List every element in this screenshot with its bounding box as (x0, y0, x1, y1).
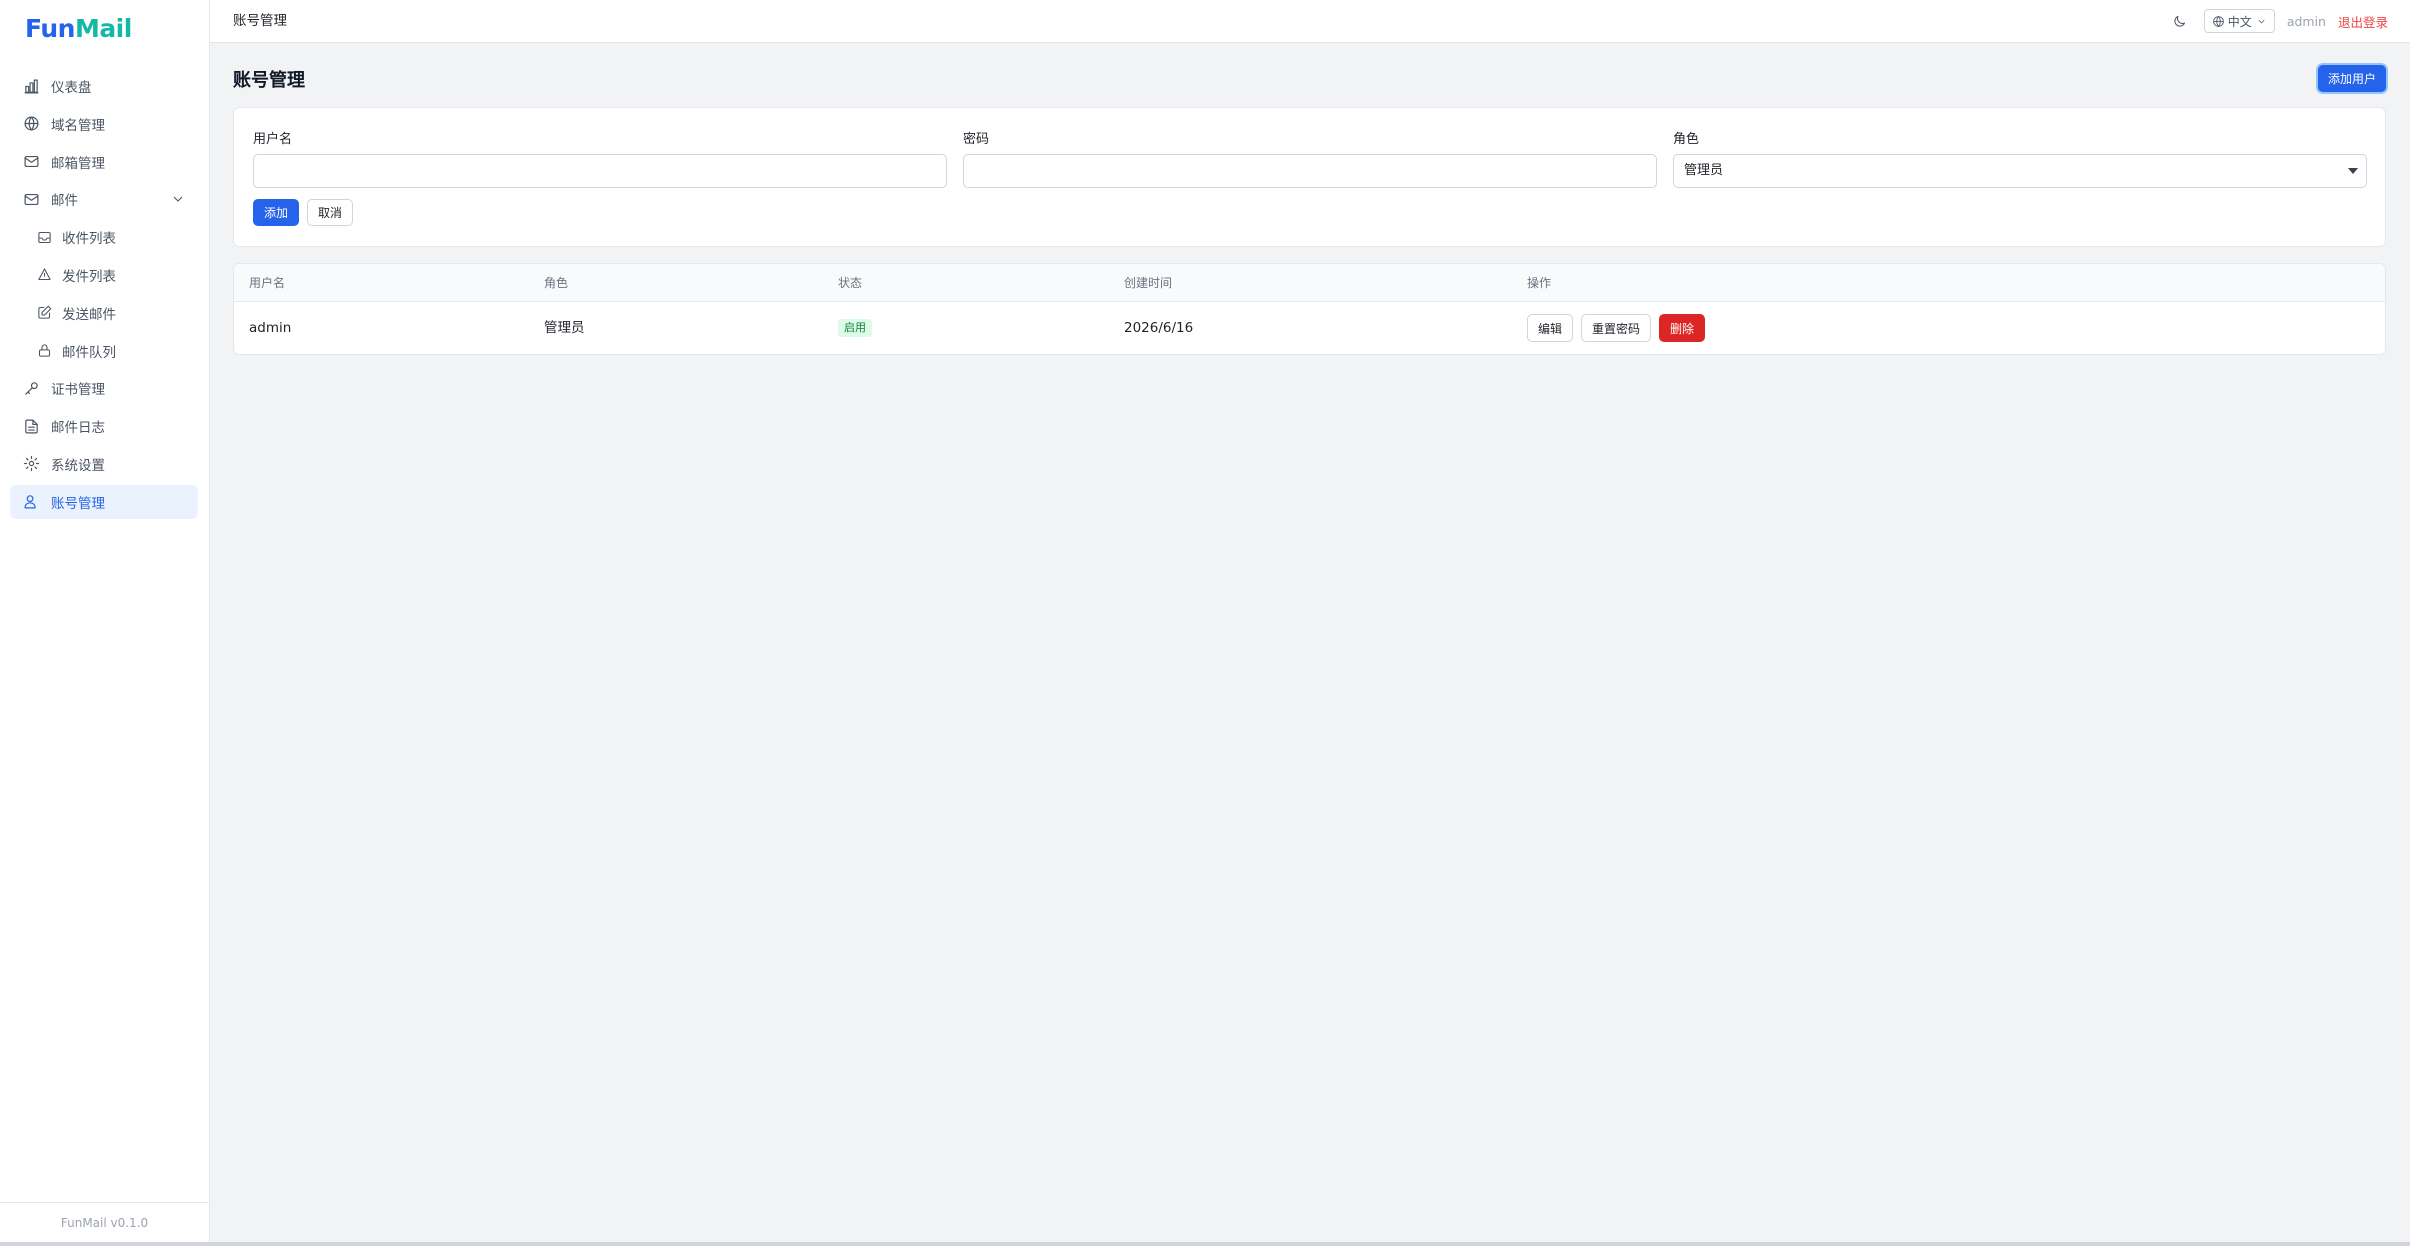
column-header-role: 角色 (544, 276, 569, 290)
bar-chart-icon (22, 77, 40, 95)
chevron-down-icon[interactable] (170, 191, 186, 207)
sidebar-item-label: 邮件队列 (62, 344, 116, 361)
chevron-down-icon (2258, 19, 2265, 23)
role-select[interactable]: 管理员 (1673, 154, 2367, 188)
sidebar-item-label: 收件列表 (62, 231, 116, 248)
globe-icon (2212, 15, 2224, 27)
sidebar-item-label: 仪表盘 (51, 80, 92, 96)
sidebar-item-label: 域名管理 (51, 117, 105, 134)
globe-icon (22, 115, 40, 133)
sidebar-item-label: 系统设置 (51, 457, 105, 474)
users-table: 用户名 角色 状态 创建时间 操作 admin 管理员 启用 2026/6/16… (233, 263, 2386, 355)
sidebar-nav: 仪表盘 域名管理 邮箱管理 邮件 收件列表 发件列表 发送邮件 邮件队列 证书管… (10, 69, 198, 523)
cell-created: 2026/6/16 (1124, 320, 1194, 336)
sidebar-item-mail-queue[interactable]: 邮件队列 (10, 334, 198, 368)
breadcrumb: 账号管理 (233, 13, 287, 29)
sidebar-item-label: 邮件 (51, 193, 78, 210)
page-title: 账号管理 (233, 70, 305, 91)
logo-text-fun: Fun (25, 13, 75, 43)
cell-username: admin (249, 320, 292, 336)
table-row: admin 管理员 启用 2026/6/16 编辑 重置密码 删除 (234, 302, 2385, 354)
mail-icon (22, 153, 40, 171)
sidebar-item-label: 发件列表 (62, 268, 116, 285)
language-label: 中文 (2227, 14, 2252, 29)
moon-icon[interactable] (2172, 12, 2190, 30)
lock-icon (36, 342, 52, 360)
sidebar-item-send-mail[interactable]: 发送邮件 (10, 296, 198, 330)
role-select-value: 管理员 (1684, 163, 1724, 178)
sidebar-item-accounts[interactable]: 账号管理 (10, 484, 198, 519)
add-user-button[interactable]: 添加用户 (2318, 65, 2386, 92)
delete-button[interactable]: 删除 (1659, 314, 1706, 342)
sidebar-item-label: 邮件日志 (51, 420, 105, 437)
column-header-username: 用户名 (249, 276, 286, 290)
caret-down-icon (2348, 168, 2358, 174)
key-icon (22, 379, 40, 397)
top-header: 账号管理 中文 admin 退出登录 (210, 0, 2410, 43)
sidebar-item-settings[interactable]: 系统设置 (10, 447, 198, 481)
column-header-status: 状态 (838, 276, 863, 290)
users-icon (22, 493, 40, 511)
submit-add-button[interactable]: 添加 (253, 199, 299, 226)
sidebar-item-certificates[interactable]: 证书管理 (10, 371, 198, 405)
logout-link[interactable]: 退出登录 (2338, 12, 2388, 31)
sidebar-item-inbox-list[interactable]: 收件列表 (10, 220, 198, 254)
current-username: admin (2286, 13, 2326, 29)
sidebar: Fun Mail 仪表盘 域名管理 邮箱管理 邮件 收件列表 发件列表 发送邮件… (0, 0, 210, 1242)
role-label: 角色 (1673, 132, 1700, 147)
username-input[interactable] (253, 154, 947, 188)
password-field-group: 密码 (963, 128, 1657, 188)
add-user-form: 用户名 密码 角色 管理员 添加 取消 (233, 107, 2386, 247)
sidebar-item-mail[interactable]: 邮件 (10, 182, 198, 216)
header-actions: 中文 admin 退出登录 (2172, 0, 2388, 42)
sidebar-item-domains[interactable]: 域名管理 (10, 107, 198, 141)
mail-icon (22, 190, 40, 208)
sidebar-item-dashboard[interactable]: 仪表盘 (10, 69, 198, 103)
cell-status: 启用 (838, 302, 872, 354)
password-input[interactable] (963, 154, 1657, 188)
sidebar-item-label: 账号管理 (51, 495, 105, 512)
cell-role: 管理员 (544, 320, 585, 336)
role-field-group: 角色 管理员 (1673, 128, 2367, 188)
send-icon (36, 266, 52, 284)
window-bottom-border (0, 1242, 2410, 1246)
username-field-group: 用户名 (253, 128, 947, 188)
inbox-icon (36, 228, 52, 246)
column-header-actions: 操作 (1527, 276, 1552, 290)
edit-button[interactable]: 编辑 (1527, 314, 1574, 342)
sidebar-item-sent-list[interactable]: 发件列表 (10, 258, 198, 292)
cancel-button[interactable]: 取消 (307, 199, 353, 226)
sidebar-item-label: 证书管理 (51, 382, 105, 399)
version-label: FunMail v0.1.0 (0, 1202, 209, 1242)
form-actions: 添加 取消 (253, 199, 361, 226)
logo-text-mail: Mail (74, 13, 132, 43)
funmail-logo[interactable]: Fun Mail (25, 12, 132, 44)
username-label: 用户名 (253, 132, 293, 147)
sidebar-item-mailboxes[interactable]: 邮箱管理 (10, 145, 198, 179)
column-header-created: 创建时间 (1124, 276, 1173, 290)
row-actions: 编辑 重置密码 删除 (1527, 314, 1713, 342)
sidebar-item-mail-logs[interactable]: 邮件日志 (10, 409, 198, 443)
gear-icon (22, 455, 40, 473)
table-header: 用户名 角色 状态 创建时间 操作 (234, 264, 2385, 302)
reset-password-button[interactable]: 重置密码 (1581, 314, 1652, 342)
password-label: 密码 (963, 132, 990, 147)
sidebar-item-label: 邮箱管理 (51, 155, 105, 172)
language-select[interactable]: 中文 (2203, 9, 2275, 33)
file-text-icon (22, 417, 40, 435)
edit-icon (36, 304, 52, 322)
sidebar-item-label: 发送邮件 (62, 306, 116, 323)
status-badge: 启用 (838, 319, 872, 337)
